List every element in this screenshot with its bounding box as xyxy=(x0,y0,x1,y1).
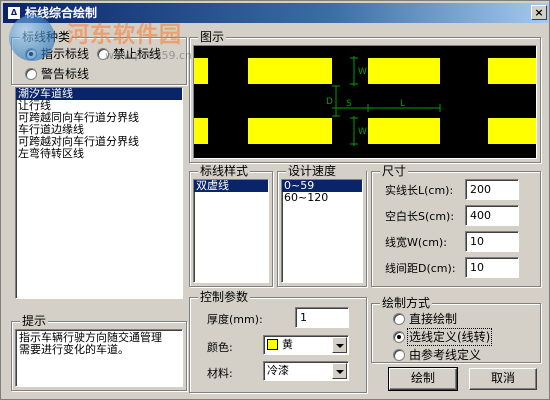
color-label: 颜色: xyxy=(207,341,233,354)
dim-label-s: S xyxy=(346,99,352,109)
marking-diagram: W W D S L xyxy=(194,46,536,158)
close-button[interactable]: × xyxy=(531,5,547,20)
title-bar[interactable]: Δ 标线综合绘制 × xyxy=(3,3,549,23)
line-width-input[interactable]: 10 xyxy=(465,231,519,252)
draw-button[interactable]: 绘制 xyxy=(388,367,458,391)
radio-reference-line-define[interactable]: 由参考线定义 xyxy=(393,348,481,362)
dialog-window: Δ 标线综合绘制 × 标线种类 指示标线 禁止标线 警告标线 潮汐车道线 让行线… xyxy=(0,0,550,400)
marking-segment xyxy=(488,58,536,84)
app-icon: Δ xyxy=(7,6,21,20)
radio-button-icon xyxy=(393,349,405,361)
preview-canvas: W W D S L xyxy=(193,45,537,159)
line-spacing-input[interactable]: 10 xyxy=(465,257,519,278)
hint-text-box: 指示车辆行驶方向随交通管理 需要进行变化的车道。 xyxy=(15,329,183,387)
dim-label-l: L xyxy=(400,99,405,109)
line-spacing-label: 线间距D(cm): xyxy=(385,262,456,275)
radio-indicator-marking[interactable]: 指示标线 xyxy=(25,47,89,61)
radio-warning-marking[interactable]: 警告标线 xyxy=(25,67,89,81)
color-swatch-icon xyxy=(267,339,278,350)
preview-group-label: 图示 xyxy=(198,30,227,44)
material-select-value: 冷漆 xyxy=(267,364,289,377)
radio-button-icon xyxy=(97,48,109,60)
thickness-label: 厚度(mm): xyxy=(207,313,263,326)
color-select[interactable]: 黄 xyxy=(263,335,349,355)
control-group-label: 控制参数 xyxy=(198,290,251,304)
speed-list[interactable]: 0~59 60~120 xyxy=(281,179,363,283)
material-select[interactable]: 冷漆 xyxy=(263,361,349,381)
radio-label: 禁止标线 xyxy=(113,47,162,61)
radio-label: 由参考线定义 xyxy=(409,348,482,362)
hint-text-line: 需要进行变化的车道。 xyxy=(19,343,129,356)
dim-label-w-top: W xyxy=(358,67,367,77)
style-list[interactable]: 双虚线 xyxy=(193,179,269,283)
draw-mode-group-label: 绘制方式 xyxy=(380,296,433,310)
gap-input[interactable]: 400 xyxy=(465,205,519,226)
thickness-input[interactable]: 1 xyxy=(295,307,349,328)
diagram-background xyxy=(194,46,536,158)
marking-segment xyxy=(488,118,536,144)
dim-label-w-bottom: W xyxy=(358,127,367,137)
window-title: 标线综合绘制 xyxy=(25,6,98,20)
dim-label-d: D xyxy=(326,97,333,107)
material-label: 材料: xyxy=(207,367,233,380)
radio-button-icon xyxy=(25,68,37,80)
radio-label: 选线定义(线转) xyxy=(406,328,493,346)
radio-prohibition-marking[interactable]: 禁止标线 xyxy=(97,47,161,61)
marking-segment xyxy=(194,58,208,84)
marking-segment xyxy=(248,118,332,144)
radio-select-line-define[interactable]: 选线定义(线转) xyxy=(393,328,493,346)
list-item[interactable]: 60~120 xyxy=(282,192,362,204)
marking-segment xyxy=(194,118,208,144)
marking-segment xyxy=(248,58,332,84)
length-label: 实线长L(cm): xyxy=(385,184,454,197)
radio-button-icon xyxy=(393,313,405,325)
radio-label: 直接绘制 xyxy=(409,312,458,326)
chevron-down-icon[interactable] xyxy=(332,363,347,379)
list-item[interactable]: 左弯待转区线 xyxy=(16,148,182,160)
radio-direct-draw[interactable]: 直接绘制 xyxy=(393,312,457,326)
hint-group-label: 提示 xyxy=(20,314,49,328)
line-width-label: 线宽W(cm): xyxy=(385,236,447,249)
type-group-label: 标线种类 xyxy=(20,30,73,44)
chevron-down-icon[interactable] xyxy=(332,337,347,353)
radio-label: 指示标线 xyxy=(41,47,90,61)
radio-label: 警告标线 xyxy=(41,67,90,81)
length-input[interactable]: 200 xyxy=(465,179,519,200)
size-group-label: 尺寸 xyxy=(380,164,409,178)
marking-list[interactable]: 潮汐车道线 让行线 可跨越同向车行道分界线 车行道边缘线 可跨越对向车行道分界线… xyxy=(15,87,183,299)
style-group-label: 标线样式 xyxy=(198,164,251,178)
marking-segment xyxy=(368,118,440,144)
marking-segment xyxy=(368,58,440,84)
radio-button-icon xyxy=(25,48,37,60)
gap-label: 空白长S(cm): xyxy=(385,210,455,223)
cancel-button[interactable]: 取消 xyxy=(469,368,537,390)
list-item[interactable]: 双虚线 xyxy=(194,180,268,192)
color-select-value: 黄 xyxy=(267,336,293,354)
radio-button-icon xyxy=(393,331,405,343)
